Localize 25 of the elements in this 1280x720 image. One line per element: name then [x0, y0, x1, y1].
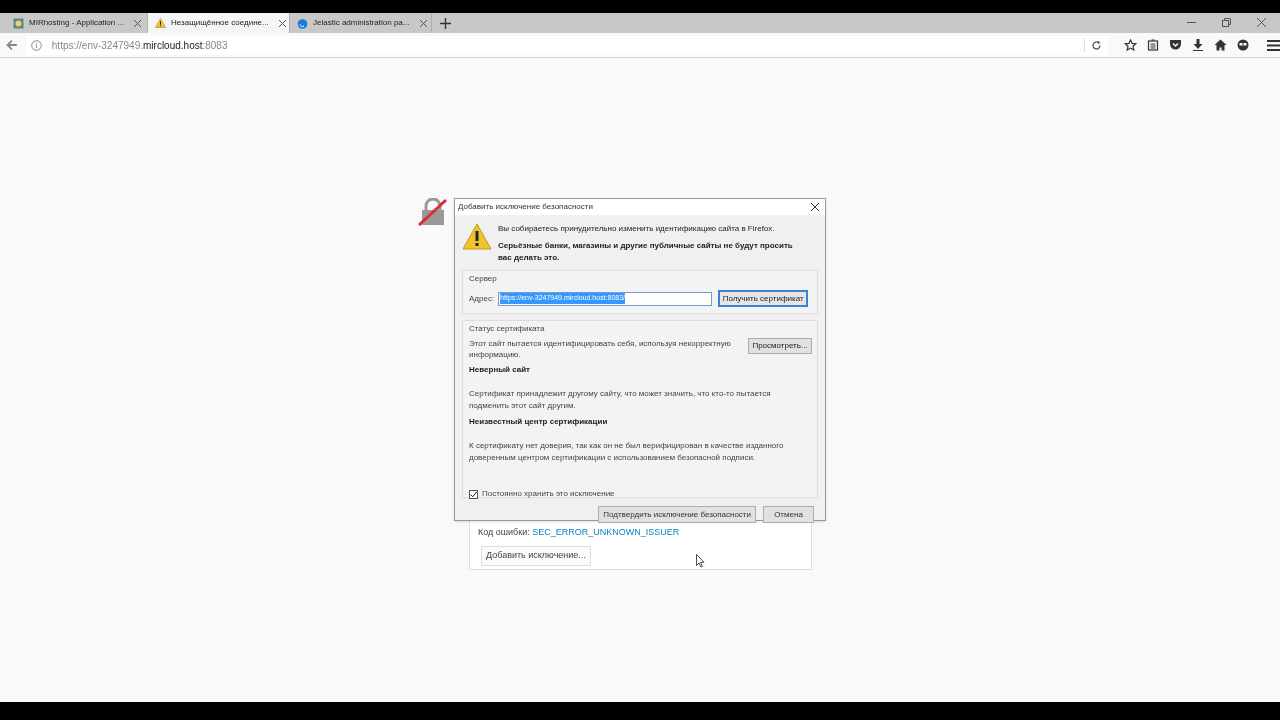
address-label: Адрес:	[469, 292, 495, 305]
server-legend: Сервер	[469, 273, 813, 285]
address-bar[interactable]: https://env-3247949.mircloud.host:8083	[25, 35, 1108, 55]
get-certificate-button[interactable]: Получить сертификат	[718, 290, 809, 307]
problem-title: Неверный сайт	[469, 364, 531, 376]
problem-text: Сертификат принадлежит другому сайту, что может значить, что кто-то пытается подменить этот сайт другим.	[469, 388, 772, 412]
status-legend: Статус сертификата	[469, 323, 812, 335]
problem-title: Неизвестный центр сертификации	[469, 416, 609, 428]
browser-tab[interactable]: Незащищённое соедине...	[148, 13, 290, 33]
view-button[interactable]: Просмотреть...	[748, 338, 812, 354]
tab-title: Jelastic administration pa...	[313, 17, 410, 29]
warning-text: Вы собираетесь принудительно изменить идентификацию сайта в Firefox.	[498, 223, 776, 235]
problem-text: К сертификату нет доверия, так как он не был верифицирован в качестве изданного доверенным центром сертификации с использованием безопасной подписи.	[469, 440, 785, 464]
url-text: https://env-3247949.mircloud.host:8083	[51, 38, 228, 53]
error-code-label: Код ошибки:	[478, 527, 530, 537]
error-code-link[interactable]: SEC_ERROR_UNKNOWN_ISSUER	[532, 527, 680, 537]
checkbox-label: Постоянно хранить это исключение	[482, 488, 615, 500]
tab-title: Незащищённое соедине...	[171, 17, 269, 29]
cancel-button[interactable]: Отмена	[763, 506, 814, 523]
confirm-exception-button[interactable]: Подтвердить исключение безопасности	[598, 506, 756, 523]
warning-bold-text: Серьёзные банки, магазины и другие публичные сайты не будут просить вас делать это.	[498, 240, 794, 264]
tab-title: MIRhosting - Application ...	[29, 17, 125, 29]
dialog-title: Добавить исключение безопасности	[458, 201, 593, 213]
status-description: Этот сайт пытается идентифицировать себя, используя некорректную информацию.	[469, 338, 732, 360]
add-exception-button[interactable]: Добавить исключение...	[481, 545, 591, 566]
